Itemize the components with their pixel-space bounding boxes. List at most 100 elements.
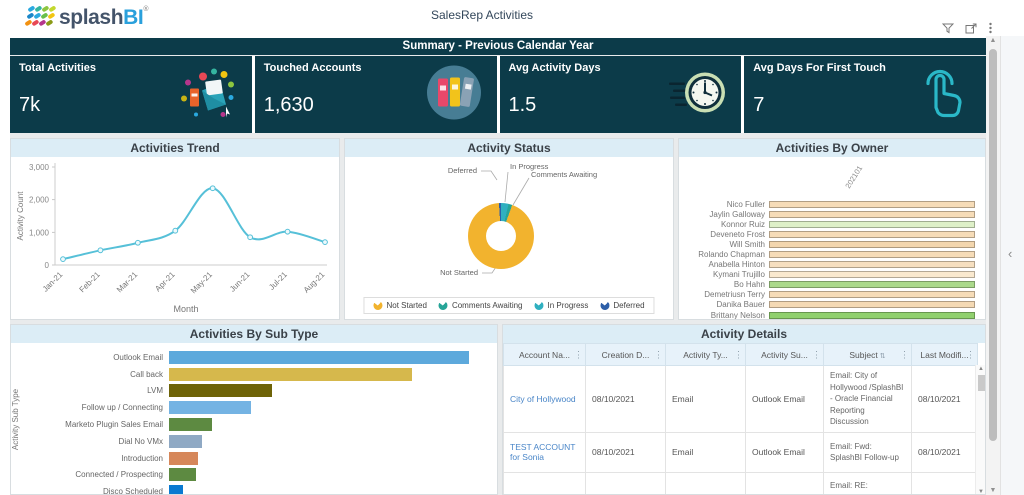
page-scroll-down-icon[interactable]: ▼	[986, 487, 1000, 494]
page-scroll-thumb[interactable]	[989, 49, 997, 441]
account-link[interactable]: TEST ACCOUNT for	[503, 471, 586, 494]
subtype-chart-body: Activity Sub Type Outlook Email Call back…	[11, 343, 497, 494]
subtype-bar[interactable]	[169, 384, 272, 398]
account-link[interactable]: City of Hollywood	[503, 365, 586, 433]
page-scroll-up-icon[interactable]: ▲	[986, 37, 1000, 44]
legend-item-not-started[interactable]: Not Started	[371, 299, 427, 312]
trend-point-Aug-21[interactable]	[322, 239, 328, 246]
top-bar: splashBI® SalesRep Activities	[0, 0, 1024, 36]
trend-point-May-21[interactable]	[209, 185, 216, 192]
owner-heat-cell[interactable]	[769, 301, 975, 309]
subtype-bar[interactable]	[169, 367, 412, 381]
kpi-value: 1,630	[263, 94, 314, 116]
owner-name-label: Demetriusn Terry	[704, 290, 765, 300]
owner-name-label: Bo Hahn	[733, 280, 765, 290]
account-link[interactable]: TEST ACCOUNT for Sonia	[503, 431, 586, 473]
kpi-avg-days-first-touch[interactable]: Avg Days For First Touch 7	[744, 56, 986, 133]
donut-hole	[486, 221, 516, 251]
owner-row[interactable]: Deveneto Frost	[685, 229, 975, 239]
filter-panel-strip: ‹	[1000, 36, 1024, 495]
owner-row[interactable]: Bo Hahn	[685, 280, 975, 290]
owner-row[interactable]: Nico Fuller	[685, 199, 975, 209]
more-menu-icon[interactable]	[988, 22, 993, 34]
trend-point-Jun-21[interactable]	[247, 234, 254, 241]
trend-point-Apr-21[interactable]	[172, 227, 179, 234]
owner-heat-cell[interactable]	[769, 311, 975, 319]
column-menu-icon[interactable]: ⋮	[654, 349, 663, 360]
subtype-bar[interactable]	[169, 451, 198, 465]
column-menu-icon[interactable]: ⋮	[574, 349, 583, 360]
trend-line-chart[interactable]: 0 1,000 2,000 3,000 Jan-21 Feb-21 Mar-21 Apr-21…	[11, 157, 339, 319]
email-envelope-icon	[176, 64, 238, 125]
subtype-bar[interactable]	[169, 434, 202, 448]
owner-row[interactable]: Anabella Hinton	[685, 260, 975, 270]
owner-heat-cell[interactable]	[769, 200, 975, 208]
owner-row[interactable]: Demetriusn Terry	[685, 290, 975, 300]
subtype-row: Follow up / Connecting	[41, 399, 491, 416]
column-menu-icon[interactable]: ⋮	[900, 349, 909, 360]
owner-row[interactable]: Jaylin Galloway	[685, 209, 975, 219]
expand-icon[interactable]	[965, 23, 977, 34]
trend-point-Jul-21[interactable]	[284, 228, 291, 235]
table-scroll-thumb[interactable]	[977, 375, 985, 391]
svg-text:May-21: May-21	[189, 270, 215, 296]
svg-text:Activity Count: Activity Count	[16, 191, 25, 241]
legend-item-comments-awaiting[interactable]: Comments Awaiting	[437, 299, 523, 312]
column-header-subject[interactable]: Subject ⇅ ⋮	[823, 343, 912, 366]
column-header-account-na[interactable]: Account Na... ⋮	[503, 343, 586, 366]
legend-item-deferred[interactable]: Deferred	[598, 299, 645, 312]
kpi-avg-activity-days[interactable]: Avg Activity Days 1.5	[499, 56, 742, 133]
owner-heat-cell[interactable]	[769, 240, 975, 248]
owner-row[interactable]: Rolando Chapman	[685, 249, 975, 259]
owner-row[interactable]: Danika Bauer	[685, 300, 975, 310]
column-menu-icon[interactable]: ⋮	[812, 349, 821, 360]
kpi-total-activities[interactable]: Total Activities 7k	[10, 56, 252, 133]
owner-heat-cell[interactable]	[769, 261, 975, 269]
table-scrollbar[interactable]: ▲ ▼	[975, 365, 985, 494]
owner-heat-cell[interactable]	[769, 210, 975, 218]
subtype-bar[interactable]	[169, 401, 251, 415]
status-legend: Not Started Comments Awaiting In Progress D…	[363, 297, 655, 314]
owner-heat-cell[interactable]	[769, 220, 975, 228]
owner-heat-cell[interactable]	[769, 281, 975, 289]
page-scrollbar[interactable]: ▲ ▼	[986, 36, 1000, 495]
owner-column-label: 202101	[843, 164, 865, 190]
kpi-touched-accounts[interactable]: Touched Accounts 1,630	[254, 56, 497, 133]
sort-icon[interactable]: ⇅	[880, 353, 886, 360]
owner-name-label: Danika Bauer	[716, 300, 765, 310]
owner-row[interactable]: Brittany Nelson	[685, 310, 975, 319]
column-header-activity-ty[interactable]: Activity Ty... ⋮	[665, 343, 746, 366]
owner-heat-cell[interactable]	[769, 291, 975, 299]
owner-name-label: Nico Fuller	[726, 199, 765, 209]
subtype-bar[interactable]	[169, 350, 469, 364]
column-menu-icon[interactable]: ⋮	[734, 349, 743, 360]
owner-row[interactable]: Konnor Ruiz	[685, 219, 975, 229]
trend-point-Mar-21[interactable]	[134, 239, 141, 246]
owner-heat-cell[interactable]	[769, 271, 975, 279]
column-header-last-modifi[interactable]: Last Modifi... ⋮	[911, 343, 978, 366]
kpi-label: Avg Activity Days	[508, 62, 601, 74]
subtype-bar[interactable]	[169, 485, 183, 494]
column-menu-icon[interactable]: ⋮	[966, 349, 975, 360]
activity-details-table: Account Na... ⋮ Creation D... ⋮ Activity Ty.…	[503, 343, 978, 494]
subject-cell: Email: City of Hollywood /SplashBI - Ora…	[823, 365, 912, 433]
owner-heat-cell[interactable]	[769, 251, 975, 259]
filter-icon[interactable]	[942, 23, 954, 34]
table-scroll-up-icon[interactable]: ▲	[976, 366, 985, 372]
owner-heat-cell[interactable]	[769, 230, 975, 238]
column-header-creation-d[interactable]: Creation D... ⋮	[585, 343, 666, 366]
subtype-bar[interactable]	[169, 418, 212, 432]
binders-icon	[425, 63, 483, 126]
panel-title: Activities By Owner	[679, 139, 985, 157]
svg-text:Feb-21: Feb-21	[78, 270, 103, 295]
svg-text:Month: Month	[173, 304, 198, 314]
trend-point-Feb-21[interactable]	[97, 247, 104, 254]
legend-item-in-progress[interactable]: In Progress	[532, 299, 588, 312]
column-header-activity-su[interactable]: Activity Su... ⋮	[745, 343, 824, 366]
trend-point-Jan-21[interactable]	[60, 256, 66, 263]
table-scroll-down-icon[interactable]: ▼	[976, 489, 985, 494]
owner-row[interactable]: Will Smith	[685, 239, 975, 249]
owner-row[interactable]: Kymani Trujillo	[685, 270, 975, 280]
collapse-panel-icon[interactable]: ‹	[1008, 246, 1012, 261]
subtype-bar[interactable]	[169, 468, 196, 482]
